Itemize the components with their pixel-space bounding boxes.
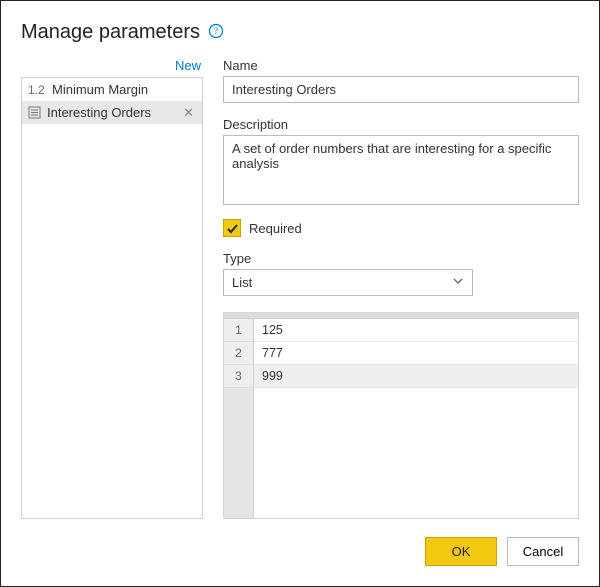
cancel-button[interactable]: Cancel [507, 537, 579, 566]
type-select-value: List [232, 275, 252, 290]
parameter-item-minimum-margin[interactable]: 1.2 Minimum Margin [22, 78, 202, 101]
help-icon[interactable]: ? [208, 23, 224, 39]
type-select[interactable]: List [223, 269, 473, 296]
parameter-item-interesting-orders[interactable]: Interesting Orders ✕ [22, 101, 202, 124]
required-label: Required [249, 221, 302, 236]
new-parameter-link[interactable]: New [175, 58, 201, 73]
description-label: Description [223, 117, 579, 132]
row-number: 1 [224, 319, 253, 342]
row-number: 2 [224, 342, 253, 365]
required-checkbox[interactable] [223, 219, 241, 237]
parameter-kind-badge: 1.2 [28, 83, 46, 97]
list-value-cell[interactable]: 125 [254, 319, 578, 342]
list-value-cell[interactable]: 777 [254, 342, 578, 365]
parameter-item-label: Minimum Margin [52, 82, 196, 97]
delete-parameter-icon[interactable]: ✕ [181, 106, 196, 119]
dialog-title: Manage parameters [21, 21, 200, 44]
parameter-form: Name Description Required Type List [223, 58, 579, 519]
name-input[interactable] [223, 76, 579, 103]
parameter-item-label: Interesting Orders [47, 105, 175, 120]
name-label: Name [223, 58, 579, 73]
list-icon [28, 106, 41, 119]
parameter-sidebar: New 1.2 Minimum Margin Interesting Order… [21, 58, 203, 519]
ok-button[interactable]: OK [425, 537, 497, 566]
list-value-cell[interactable]: 999 [254, 365, 578, 388]
parameter-list: 1.2 Minimum Margin Interesting Orders ✕ [21, 77, 203, 519]
svg-text:?: ? [214, 26, 218, 36]
list-values-grid[interactable]: 1 2 3 125 777 999 [223, 312, 579, 519]
description-input[interactable] [223, 135, 579, 205]
type-label: Type [223, 251, 579, 266]
row-number: 3 [224, 365, 253, 388]
chevron-down-icon [452, 275, 464, 290]
